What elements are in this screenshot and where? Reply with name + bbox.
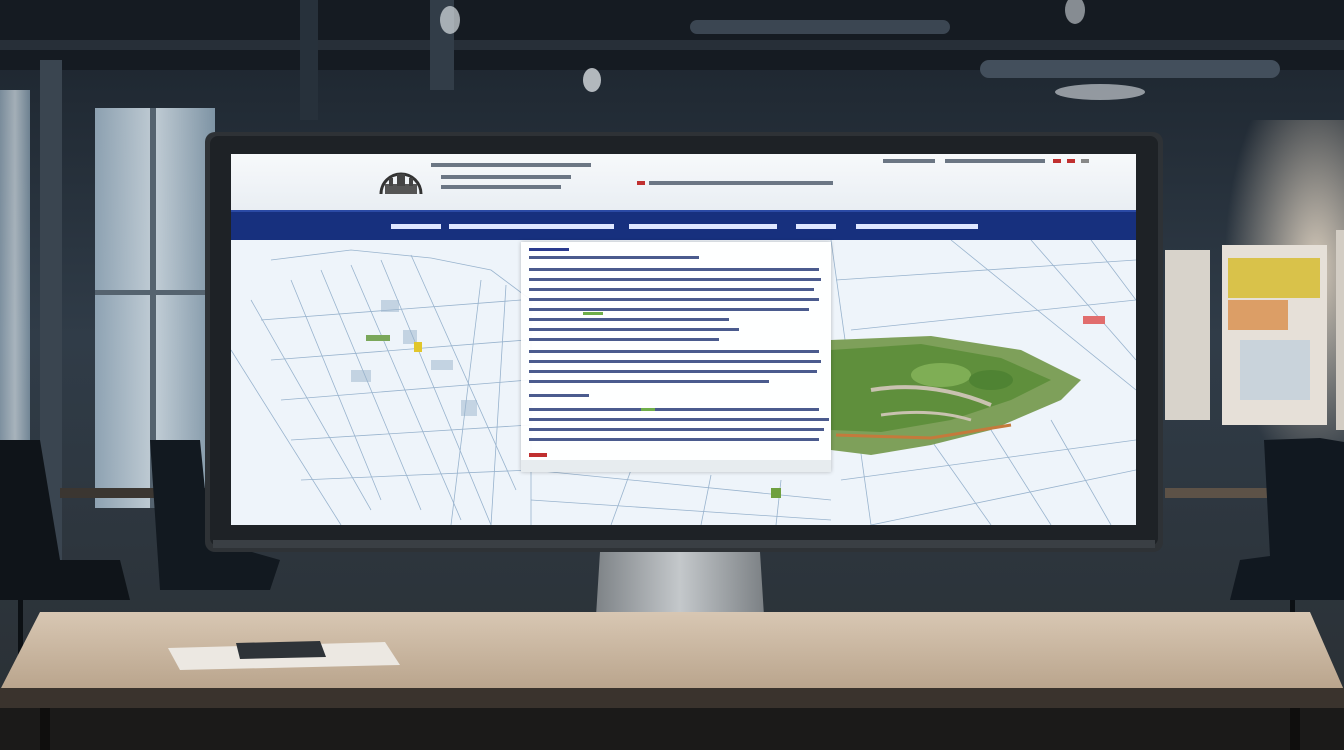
panel-footer — [521, 460, 831, 472]
nav-item-blurred[interactable] — [856, 224, 978, 229]
nav-item-blurred[interactable] — [449, 224, 614, 229]
nav-item-blurred[interactable] — [629, 224, 777, 229]
site-header — [231, 154, 1136, 210]
header-utility-links-blurred[interactable] — [883, 156, 1133, 166]
header-subtitle-blurred — [441, 172, 571, 182]
nav-item-blurred[interactable] — [391, 224, 441, 229]
main-nav — [231, 210, 1136, 240]
nav-item-blurred[interactable] — [796, 224, 836, 229]
info-panel — [521, 242, 831, 472]
header-subtitle2-blurred — [441, 182, 561, 192]
monitor-screen — [231, 154, 1136, 525]
header-notice-blurred — [637, 178, 833, 188]
header-title-blurred — [431, 160, 591, 170]
seal-logo-icon — [379, 172, 423, 195]
